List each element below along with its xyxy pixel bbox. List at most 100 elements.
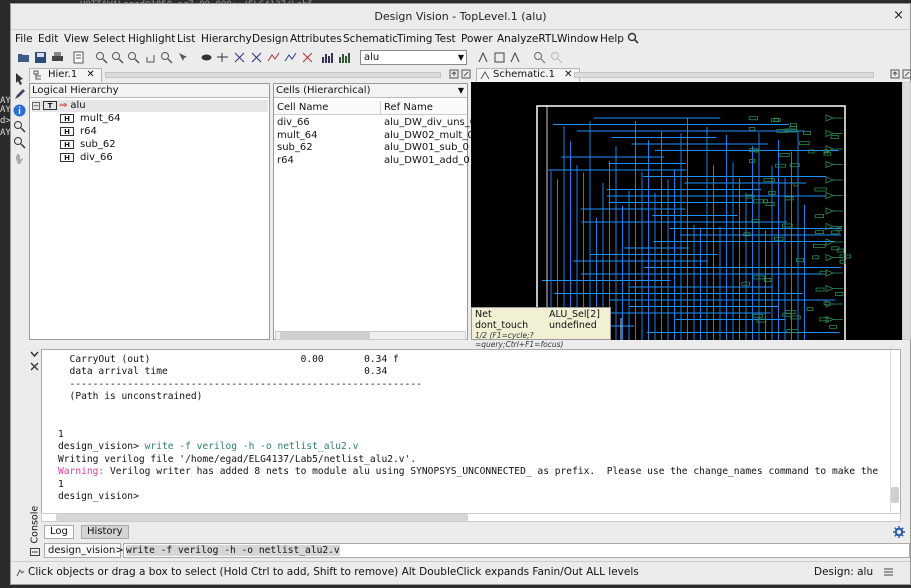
info-icon[interactable] [13, 104, 26, 117]
cell-instance[interactable] [806, 307, 814, 312]
status-list-icon[interactable] [883, 567, 894, 578]
cell-instance[interactable] [831, 230, 840, 235]
zoom-out-icon[interactable] [111, 51, 124, 64]
float-panel-icon[interactable] [449, 69, 459, 79]
clear-highlight-icon[interactable] [301, 51, 314, 64]
port-symbol[interactable] [825, 176, 835, 184]
chevron-down-icon[interactable]: ▼ [458, 84, 464, 97]
menu-list[interactable]: List [177, 33, 195, 45]
menu-highlight[interactable]: Highlight [128, 33, 175, 45]
port-symbol[interactable] [825, 284, 835, 293]
zoom-in-tool-icon[interactable] [13, 120, 26, 133]
maximize-panel-icon[interactable] [902, 69, 911, 79]
console-window-icon[interactable] [30, 548, 40, 556]
table-row[interactable]: r64 alu_DW01_add_0 [274, 155, 470, 167]
hand-icon[interactable] [13, 152, 26, 165]
schematic-drawing[interactable] [471, 82, 902, 340]
table-row[interactable]: sub_62 alu_DW01_sub_0 [274, 142, 469, 154]
cell-instance[interactable] [814, 214, 824, 219]
print-icon[interactable] [51, 51, 64, 64]
tree-item-sub_62[interactable]: Hsub_62 [60, 139, 116, 151]
back-icon[interactable] [533, 51, 546, 64]
menu-view[interactable]: View [64, 33, 89, 45]
console-vertical-scrollbar[interactable] [890, 350, 899, 513]
open-folder-icon[interactable] [17, 51, 30, 64]
cell-instance[interactable] [782, 223, 793, 228]
table-row[interactable]: mult_64 alu_DW02_mult_0 [274, 130, 474, 142]
close-icon[interactable]: ✕ [564, 69, 572, 80]
menu-file[interactable]: File [15, 33, 33, 45]
schematic-vertical-scrollbar[interactable] [902, 82, 911, 340]
cell-instance[interactable] [779, 152, 790, 157]
symbol-view-icon[interactable] [477, 51, 490, 64]
table-row[interactable]: div_66 alu_DW_div_uns_0 [274, 117, 476, 129]
tree-item-div_66[interactable]: Hdiv_66 [60, 152, 113, 164]
cell-instance[interactable] [830, 135, 839, 139]
cell-instance[interactable] [812, 255, 820, 260]
cell-icon[interactable] [200, 51, 213, 64]
pencil-icon[interactable] [13, 88, 26, 101]
scroll-thumb[interactable] [891, 487, 899, 503]
menu-timing[interactable]: Timing [397, 33, 432, 45]
command-input[interactable]: write -f verilog -h -o netlist_alu2.v [123, 543, 910, 558]
maximize-panel-icon[interactable] [461, 69, 471, 79]
port-symbol[interactable] [825, 191, 835, 200]
cell-instance[interactable] [814, 187, 827, 192]
close-window-button[interactable]: × [893, 8, 904, 23]
menu-window[interactable]: Window [557, 33, 598, 45]
cell-instance[interactable] [829, 324, 838, 329]
cell-instance[interactable] [784, 196, 794, 201]
menu-hierarchy[interactable]: Hierarchy [201, 33, 252, 45]
script-icon[interactable] [72, 51, 85, 64]
path-icon[interactable] [267, 51, 280, 64]
cell-instance[interactable] [748, 126, 756, 131]
schematic-view-icon[interactable] [493, 51, 506, 64]
port-symbol[interactable] [825, 114, 835, 122]
zoom-in-icon[interactable] [95, 51, 108, 64]
cell-instance[interactable] [814, 230, 824, 235]
zoom-out-tool-icon[interactable] [13, 136, 26, 149]
search-icon[interactable] [627, 32, 639, 47]
port-symbol[interactable] [825, 207, 835, 215]
port-symbol[interactable] [825, 315, 835, 324]
cells-horizontal-scrollbar[interactable] [275, 331, 466, 340]
timing-histogram-icon[interactable] [338, 51, 351, 64]
tree-item-mult_64[interactable]: Hmult_64 [60, 113, 121, 125]
zoom-fit-icon[interactable] [127, 51, 140, 64]
menu-analyzertl[interactable]: AnalyzeRTL [497, 33, 557, 45]
close-console-icon[interactable] [30, 362, 39, 371]
cell-instance[interactable] [748, 116, 758, 121]
tab-drag-strip[interactable] [105, 72, 441, 78]
schematic-canvas[interactable] [471, 82, 902, 340]
column-ref-name[interactable]: Ref Name [380, 101, 433, 114]
cell-instance[interactable] [752, 313, 763, 318]
highlight-icon[interactable] [284, 51, 297, 64]
menu-attributes[interactable]: Attributes [290, 33, 342, 45]
scroll-thumb[interactable] [280, 332, 370, 339]
cell-instance[interactable] [763, 178, 775, 183]
fanout-icon[interactable] [250, 51, 263, 64]
menu-design[interactable]: Design [252, 33, 288, 45]
console-log[interactable]: CarryOut (out) 0.00 0.34 f data arrival … [41, 349, 901, 514]
net-icon[interactable] [216, 51, 229, 64]
histogram-icon[interactable] [321, 51, 334, 64]
pointer-icon[interactable] [13, 72, 26, 85]
port-symbol[interactable] [825, 253, 835, 262]
menu-edit[interactable]: Edit [38, 33, 58, 45]
port-symbol[interactable] [825, 160, 835, 169]
title-bar[interactable]: Design Vision - TopLevel.1 (alu) × [11, 4, 910, 30]
tree-root-alu[interactable]: − T ⇒ alu [32, 100, 268, 112]
cell-instance[interactable] [775, 163, 786, 168]
forward-icon[interactable] [550, 51, 563, 64]
fanin-icon[interactable] [233, 51, 246, 64]
tab-drag-strip[interactable] [574, 72, 874, 78]
design-selector[interactable]: alu ▼ [360, 50, 467, 65]
select-tool-icon[interactable] [177, 51, 190, 64]
path-schematic-icon[interactable] [509, 51, 522, 64]
cell-instance[interactable] [815, 287, 825, 292]
zoom-area-icon[interactable] [160, 51, 173, 64]
scroll-thumb[interactable] [56, 514, 468, 521]
gear-icon[interactable] [893, 526, 905, 538]
column-cell-name[interactable]: Cell Name [277, 101, 328, 114]
port-symbol[interactable] [825, 145, 835, 153]
